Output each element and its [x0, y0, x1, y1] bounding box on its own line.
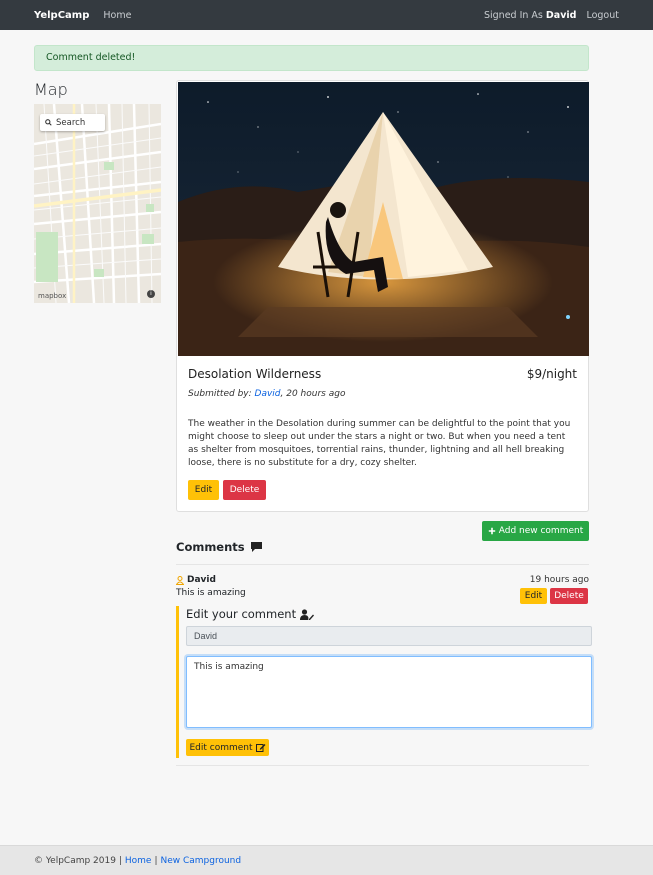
campground-price: $9/night — [526, 367, 577, 381]
comment-author-field[interactable] — [186, 626, 592, 646]
edit-comment-heading: Edit your comment — [186, 607, 315, 621]
submit-edit-label: Edit comment — [189, 742, 253, 753]
comment-icon — [250, 542, 262, 552]
brand-link[interactable]: YelpCamp — [34, 10, 89, 21]
user-edit-icon — [300, 608, 315, 620]
campground-photo — [178, 82, 589, 356]
map-streets — [34, 104, 161, 303]
footer-copyright: © YelpCamp 2019 | — [34, 855, 122, 866]
add-comment-label: Add new comment — [498, 526, 584, 536]
user-icon — [176, 575, 184, 585]
nav-home-link[interactable]: Home — [103, 10, 131, 21]
plus-icon — [488, 527, 495, 535]
comment-author-name: David — [187, 575, 216, 585]
footer-separator: | — [154, 855, 158, 866]
submit-edit-comment-button[interactable]: Edit comment — [186, 739, 269, 756]
map-info-icon[interactable]: i — [147, 290, 155, 298]
comment-text: This is amazing — [176, 588, 246, 598]
map-search[interactable]: Search — [40, 114, 105, 131]
delete-campground-button[interactable]: Delete — [223, 480, 266, 500]
campground-description: The weather in the Desolation during sum… — [188, 419, 571, 468]
comment-text-field[interactable]: This is amazing — [186, 656, 592, 728]
author-link[interactable]: David — [255, 389, 281, 399]
submitted-time: , 20 hours ago — [280, 389, 346, 399]
flash-alert: Comment deleted! — [34, 45, 589, 71]
edit-comment-button[interactable]: Edit — [520, 588, 547, 604]
map-title: Map — [34, 80, 68, 99]
comment-time: 19 hours ago — [529, 575, 589, 585]
signed-in-link[interactable]: Signed In As David — [484, 10, 577, 21]
logout-link[interactable]: Logout — [586, 10, 619, 21]
edit-comment-form: Edit your comment This is amazing Edit c… — [176, 606, 592, 758]
signed-in-prefix: Signed In As — [483, 9, 543, 21]
comments-heading: Comments — [176, 540, 263, 554]
comment-author: David — [176, 575, 216, 585]
nav-right: Signed In As David Logout — [484, 10, 619, 21]
delete-comment-button[interactable]: Delete — [550, 588, 588, 604]
map[interactable]: Search mapbox i — [34, 104, 161, 303]
divider — [176, 564, 589, 565]
submitted-by: Submitted by: David, 20 hours ago — [188, 389, 345, 399]
footer-home-link[interactable]: Home — [125, 856, 152, 866]
campground-name: Desolation Wilderness — [188, 367, 322, 381]
map-search-label: Search — [56, 117, 86, 128]
search-icon — [45, 119, 52, 126]
submitted-prefix: Submitted by: — [188, 389, 252, 399]
edit-campground-button[interactable]: Edit — [188, 480, 219, 500]
edit-icon — [255, 744, 266, 752]
signed-in-user: David — [545, 9, 577, 21]
edit-comment-title: Edit your comment — [186, 607, 297, 621]
campground-card: Desolation Wilderness $9/night Submitted… — [176, 80, 589, 512]
navbar: YelpCamp Home Signed In As David Logout — [0, 0, 653, 30]
footer: © YelpCamp 2019 | Home | New Campground — [0, 845, 653, 875]
footer-new-campground-link[interactable]: New Campground — [160, 856, 241, 866]
add-comment-button[interactable]: Add new comment — [482, 521, 589, 541]
divider — [176, 765, 589, 766]
comments-title: Comments — [176, 540, 245, 554]
mapbox-logo[interactable]: mapbox — [38, 292, 66, 300]
